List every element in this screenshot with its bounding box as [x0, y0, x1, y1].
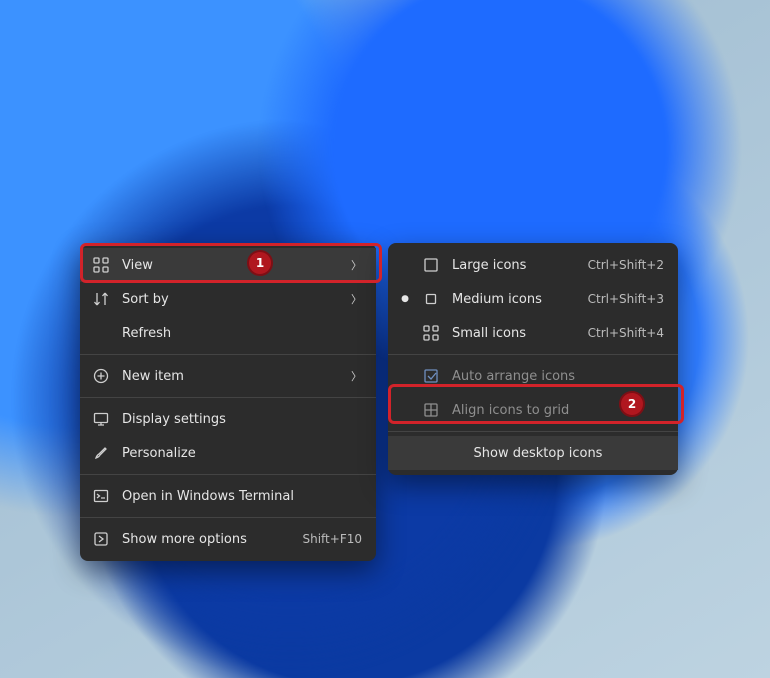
- menu-item-label: Open in Windows Terminal: [122, 489, 362, 504]
- plus-circle-icon: [92, 368, 110, 384]
- menu-item-label: Personalize: [122, 446, 362, 461]
- menu-item-label: Display settings: [122, 412, 362, 427]
- submenu-item-shortcut: Ctrl+Shift+3: [588, 292, 664, 306]
- grid-icon: [92, 257, 110, 273]
- menu-separator: [80, 397, 376, 398]
- submenu-item-label: Small icons: [452, 326, 576, 341]
- menu-separator: [388, 354, 678, 355]
- menu-item-show-more-options[interactable]: Show more options Shift+F10: [80, 522, 376, 556]
- submenu-item-show-desktop-icons[interactable]: Show desktop icons: [388, 436, 678, 470]
- menu-item-label: Show more options: [122, 532, 290, 547]
- menu-separator: [80, 517, 376, 518]
- menu-item-label: Sort by: [122, 292, 339, 307]
- menu-item-personalize[interactable]: Personalize: [80, 436, 376, 470]
- menu-item-view[interactable]: View 〉: [80, 248, 376, 282]
- menu-item-open-terminal[interactable]: Open in Windows Terminal: [80, 479, 376, 513]
- submenu-item-large-icons[interactable]: Large icons Ctrl+Shift+2: [388, 248, 678, 282]
- submenu-item-label: Align icons to grid: [452, 403, 664, 418]
- radio-indicator-selected: ●: [400, 294, 410, 304]
- menu-item-sort-by[interactable]: Sort by 〉: [80, 282, 376, 316]
- brush-icon: [92, 445, 110, 461]
- submenu-item-label: Show desktop icons: [452, 446, 624, 461]
- menu-separator: [388, 431, 678, 432]
- submenu-item-medium-icons[interactable]: ● Medium icons Ctrl+Shift+3: [388, 282, 678, 316]
- menu-item-shortcut: Shift+F10: [302, 532, 362, 546]
- menu-item-display-settings[interactable]: Display settings: [80, 402, 376, 436]
- menu-item-label: View: [122, 258, 339, 273]
- submenu-item-shortcut: Ctrl+Shift+2: [588, 258, 664, 272]
- menu-separator: [80, 354, 376, 355]
- chevron-right-icon: 〉: [351, 291, 362, 307]
- menu-item-new-item[interactable]: New item 〉: [80, 359, 376, 393]
- sort-icon: [92, 291, 110, 307]
- view-submenu: Large icons Ctrl+Shift+2 ● Medium icons …: [388, 243, 678, 475]
- chevron-right-icon: 〉: [351, 257, 362, 273]
- submenu-item-label: Large icons: [452, 258, 576, 273]
- submenu-item-shortcut: Ctrl+Shift+4: [588, 326, 664, 340]
- auto-arrange-icon: [422, 368, 440, 384]
- menu-item-refresh[interactable]: Refresh: [80, 316, 376, 350]
- display-icon: [92, 411, 110, 427]
- small-icons-icon: [422, 325, 440, 341]
- chevron-right-icon: 〉: [351, 368, 362, 384]
- large-icons-icon: [422, 257, 440, 273]
- more-options-icon: [92, 531, 110, 547]
- menu-item-label: Refresh: [122, 326, 362, 341]
- submenu-item-label: Auto arrange icons: [452, 369, 664, 384]
- align-grid-icon: [422, 402, 440, 418]
- submenu-item-small-icons[interactable]: Small icons Ctrl+Shift+4: [388, 316, 678, 350]
- menu-separator: [80, 474, 376, 475]
- submenu-item-auto-arrange[interactable]: Auto arrange icons: [388, 359, 678, 393]
- menu-item-label: New item: [122, 369, 339, 384]
- medium-icons-icon: [422, 291, 440, 307]
- submenu-item-label: Medium icons: [452, 292, 576, 307]
- submenu-item-align-to-grid[interactable]: Align icons to grid: [388, 393, 678, 427]
- terminal-icon: [92, 488, 110, 504]
- desktop-context-menu: View 〉 Sort by 〉 Refresh New item 〉 Disp…: [80, 243, 376, 561]
